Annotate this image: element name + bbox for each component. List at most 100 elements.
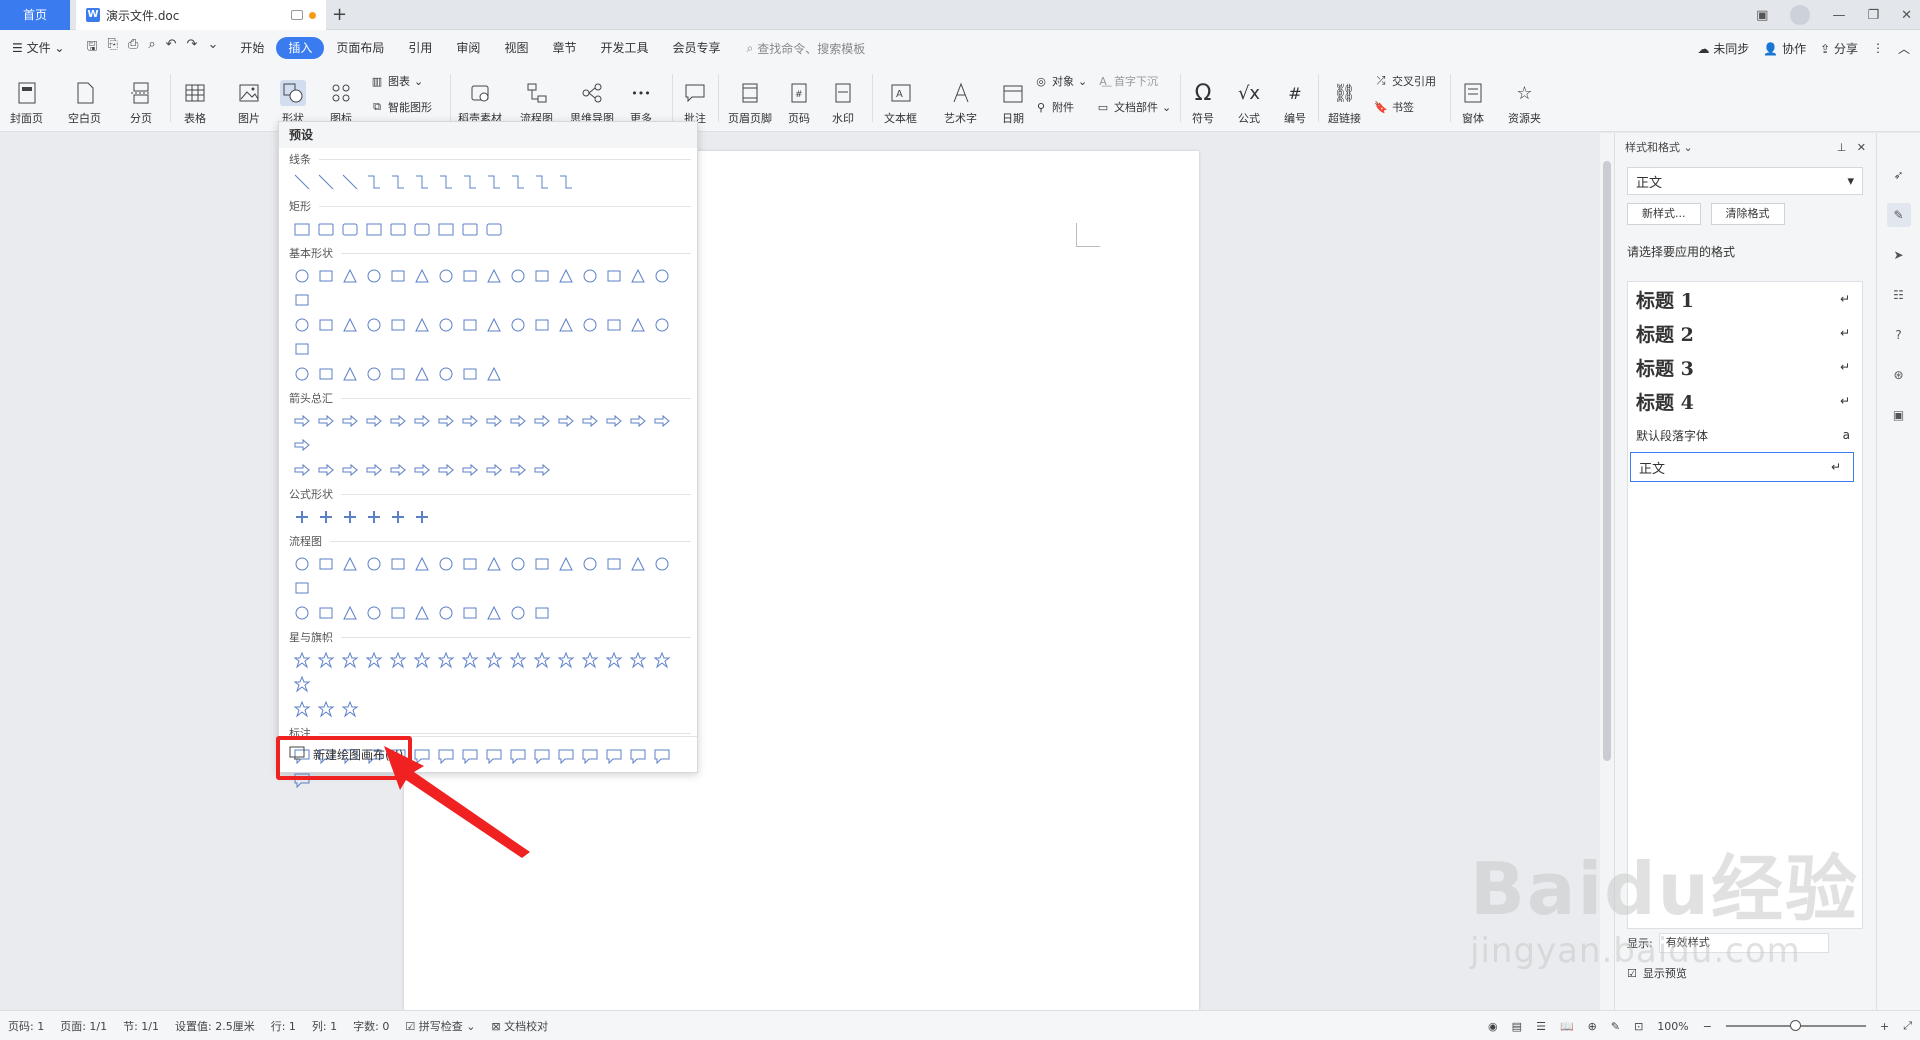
date-button[interactable]: 日期 bbox=[1000, 70, 1026, 126]
shape-option[interactable] bbox=[389, 267, 407, 285]
shape-option[interactable] bbox=[653, 267, 671, 285]
print-icon[interactable]: ⎙ bbox=[128, 37, 138, 59]
shape-option[interactable] bbox=[389, 555, 407, 573]
shape-option[interactable] bbox=[341, 412, 359, 430]
close-icon[interactable]: ✕ bbox=[1901, 8, 1912, 23]
sliders-icon[interactable]: ☷ bbox=[1887, 283, 1911, 307]
shape-option[interactable] bbox=[533, 461, 551, 479]
numbering-button[interactable]: # 编号 bbox=[1282, 70, 1308, 126]
more-button[interactable]: ••• 更多 bbox=[628, 70, 654, 126]
shape-option[interactable] bbox=[365, 461, 383, 479]
shape-option[interactable] bbox=[461, 316, 479, 334]
shape-option[interactable] bbox=[413, 555, 431, 573]
window-count-icon[interactable]: ▣ bbox=[1756, 8, 1768, 23]
shape-option[interactable] bbox=[341, 651, 359, 669]
shape-option[interactable] bbox=[605, 555, 623, 573]
export-icon[interactable]: ⎘ bbox=[108, 37, 118, 59]
status-column[interactable]: 列: 1 bbox=[304, 1018, 345, 1034]
shape-option[interactable] bbox=[461, 461, 479, 479]
shape-option[interactable] bbox=[461, 412, 479, 430]
shape-option[interactable] bbox=[557, 651, 575, 669]
shape-option[interactable] bbox=[533, 267, 551, 285]
shape-option[interactable] bbox=[533, 173, 551, 191]
shape-option[interactable] bbox=[365, 604, 383, 622]
style-body-text[interactable]: 正文 ↵ bbox=[1630, 452, 1854, 482]
shape-option[interactable] bbox=[509, 555, 527, 573]
window-form-button[interactable]: 窗体 bbox=[1460, 70, 1486, 126]
shape-option[interactable] bbox=[293, 436, 311, 454]
zoom-level[interactable]: 100% bbox=[1657, 1020, 1688, 1033]
tab-developer[interactable]: 开发工具 bbox=[588, 37, 660, 59]
shape-option[interactable] bbox=[581, 651, 599, 669]
shape-option[interactable] bbox=[485, 604, 503, 622]
proofread-button[interactable]: ⊠ 文档校对 bbox=[483, 1018, 556, 1034]
shape-option[interactable] bbox=[389, 508, 407, 526]
fullscreen-icon[interactable]: ⤢ bbox=[1903, 1019, 1912, 1033]
tab-insert[interactable]: 插入 bbox=[276, 37, 325, 59]
shape-option[interactable] bbox=[629, 555, 647, 573]
shape-option[interactable] bbox=[509, 267, 527, 285]
shape-option[interactable] bbox=[533, 316, 551, 334]
customize-icon[interactable]: ⌄ bbox=[207, 37, 218, 59]
spell-check-button[interactable]: ☑ 拼写检查 ⌄ bbox=[397, 1018, 483, 1034]
shape-option[interactable] bbox=[317, 412, 335, 430]
collapse-ribbon-icon[interactable]: ︿ bbox=[1898, 40, 1910, 57]
shape-option[interactable] bbox=[557, 412, 575, 430]
shape-option[interactable] bbox=[341, 220, 359, 238]
comment-button[interactable]: 批注 bbox=[682, 70, 708, 126]
shape-option[interactable] bbox=[413, 220, 431, 238]
minimize-icon[interactable]: — bbox=[1832, 8, 1845, 23]
shape-option[interactable] bbox=[461, 555, 479, 573]
status-setting[interactable]: 设置值: 2.5厘米 bbox=[167, 1018, 263, 1034]
shape-option[interactable] bbox=[293, 508, 311, 526]
shape-option[interactable] bbox=[293, 579, 311, 597]
status-word-count[interactable]: 字数: 0 bbox=[345, 1018, 397, 1034]
symbol-button[interactable]: Ω 符号 bbox=[1190, 70, 1216, 126]
bookmark-button[interactable]: 🔖 书签 bbox=[1374, 98, 1414, 116]
shape-option[interactable] bbox=[389, 220, 407, 238]
shape-option[interactable] bbox=[485, 267, 503, 285]
shape-option[interactable] bbox=[365, 412, 383, 430]
shape-option[interactable] bbox=[461, 267, 479, 285]
shape-option[interactable] bbox=[365, 173, 383, 191]
crossref-button[interactable]: ⤮ 交叉引用 bbox=[1374, 72, 1436, 90]
shape-option[interactable] bbox=[653, 412, 671, 430]
style-heading-1[interactable]: 标题 1 ↵ bbox=[1628, 282, 1862, 316]
shape-option[interactable] bbox=[341, 173, 359, 191]
shape-button[interactable]: 形状 bbox=[280, 70, 306, 126]
shape-option[interactable] bbox=[437, 461, 455, 479]
shape-option[interactable] bbox=[461, 220, 479, 238]
shape-option[interactable] bbox=[365, 651, 383, 669]
blank-page-button[interactable]: 空白页 bbox=[68, 70, 101, 126]
shape-option[interactable] bbox=[317, 316, 335, 334]
shape-option[interactable] bbox=[413, 267, 431, 285]
write-mode-icon[interactable]: ✎ bbox=[1611, 1020, 1620, 1033]
shape-option[interactable] bbox=[413, 461, 431, 479]
pen-icon[interactable]: ✎ bbox=[1886, 203, 1911, 227]
shape-option[interactable] bbox=[293, 365, 311, 383]
wordart-button[interactable]: 艺术字 bbox=[944, 70, 977, 126]
shape-option[interactable] bbox=[293, 675, 311, 693]
monitor-icon[interactable] bbox=[291, 10, 303, 20]
shape-option[interactable] bbox=[653, 555, 671, 573]
shape-option[interactable] bbox=[629, 412, 647, 430]
collab-button[interactable]: 👤 协作 bbox=[1763, 40, 1806, 57]
shape-option[interactable] bbox=[293, 700, 311, 718]
material-button[interactable]: 稻壳素材 bbox=[458, 70, 502, 126]
shape-option[interactable] bbox=[293, 316, 311, 334]
shape-option[interactable] bbox=[317, 220, 335, 238]
shape-option[interactable] bbox=[341, 555, 359, 573]
page-break-button[interactable]: 分页 bbox=[128, 70, 154, 126]
sync-button[interactable]: ☁ 未同步 bbox=[1697, 40, 1749, 57]
zoom-out-icon[interactable]: − bbox=[1703, 1020, 1712, 1033]
read-view-icon[interactable]: 📖 bbox=[1560, 1020, 1574, 1033]
shape-option[interactable] bbox=[557, 316, 575, 334]
shape-option[interactable] bbox=[413, 651, 431, 669]
shape-option[interactable] bbox=[533, 555, 551, 573]
tab-review[interactable]: 审阅 bbox=[444, 37, 492, 59]
command-search[interactable]: ⌕ 查找命令、搜索模板 bbox=[747, 40, 866, 57]
shape-option[interactable] bbox=[341, 365, 359, 383]
status-section[interactable]: 节: 1/1 bbox=[115, 1018, 167, 1034]
shape-option[interactable] bbox=[509, 412, 527, 430]
cursor-icon[interactable]: ➤ bbox=[1887, 243, 1911, 267]
